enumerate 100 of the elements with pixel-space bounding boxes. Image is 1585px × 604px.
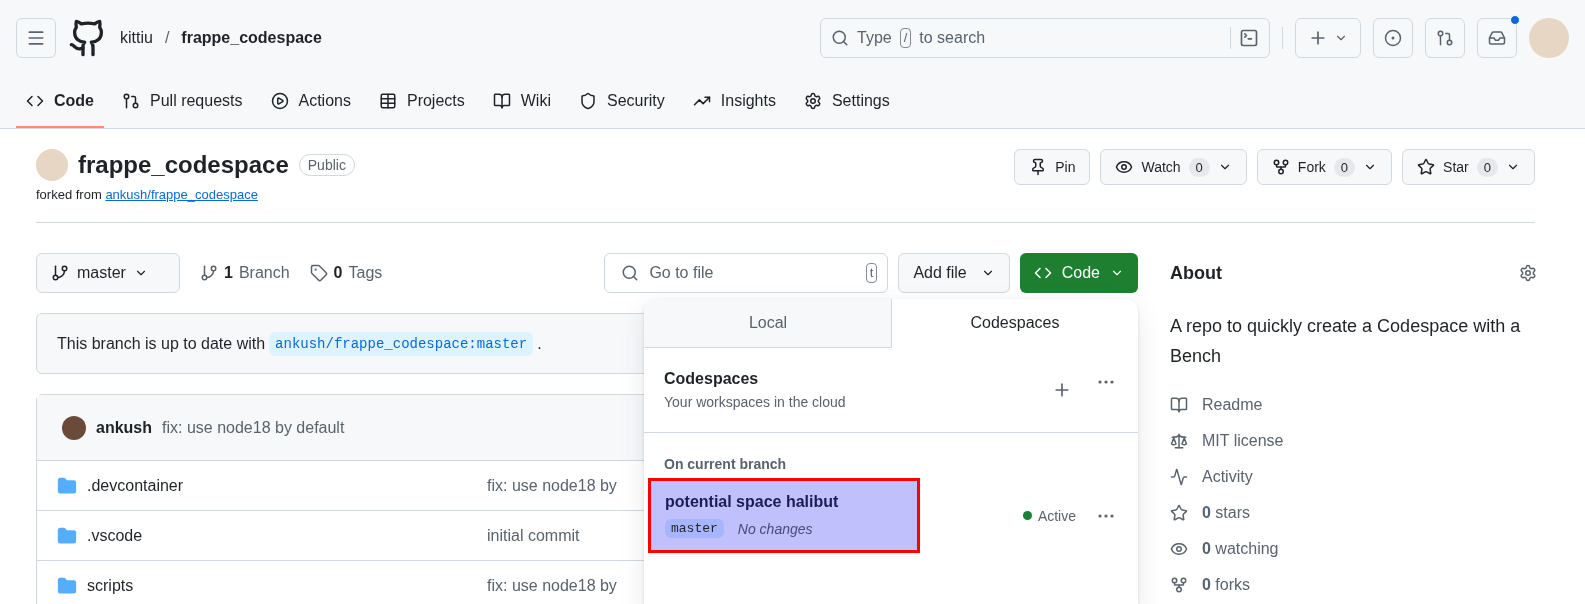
about-link[interactable]: MIT license	[1170, 423, 1537, 459]
star-icon	[1417, 158, 1436, 176]
nav-tab[interactable]: Security	[569, 76, 675, 128]
repo-description: A repo to quickly create a Codespace with a Bench	[1170, 315, 1522, 368]
menu-subtitle: Your workspaces in the cloud	[664, 394, 846, 410]
terminal-icon	[1239, 28, 1259, 48]
branch-label: master	[665, 519, 724, 538]
menu-title: Codespaces	[664, 370, 760, 388]
commit-author[interactable]: ankush	[96, 418, 152, 437]
split-action-button[interactable]: Fork 0	[1256, 149, 1393, 185]
eye-icon	[1170, 540, 1188, 558]
commit-message[interactable]: fix: use node18 by default	[162, 418, 345, 437]
avatar	[62, 415, 86, 440]
pull-request-icon	[122, 92, 140, 110]
file-name[interactable]: .devcontainer	[87, 476, 487, 495]
nav-tab[interactable]: Insights	[682, 76, 786, 128]
search-placeholder: to search	[919, 29, 987, 47]
add-file-button[interactable]: Add file	[898, 253, 1010, 293]
menu-tab[interactable]: Codespaces	[891, 299, 1138, 348]
menu-button[interactable]	[16, 18, 56, 58]
pull-request-icon	[1436, 29, 1454, 47]
book-icon	[1170, 396, 1188, 414]
commit-message[interactable]: initial commit	[487, 526, 580, 545]
shortcut-key: t	[865, 263, 878, 283]
commit-message[interactable]: fix: use node18 by	[487, 476, 617, 495]
folder-icon	[57, 475, 77, 496]
settings-icon[interactable]	[1519, 264, 1537, 282]
branches-link[interactable]: 1 Branch	[200, 264, 290, 282]
counter: 0	[1188, 157, 1210, 177]
inbox-button[interactable]	[1477, 18, 1517, 58]
shortcut-key: /	[899, 28, 912, 48]
owner-link[interactable]: kittiu	[120, 29, 153, 47]
codespace-name: potential space halibut	[665, 493, 840, 511]
search-icon	[621, 264, 640, 282]
notice-punctuation: .	[537, 334, 542, 353]
folder-icon	[57, 575, 77, 596]
about-link[interactable]: 0 watching	[1170, 531, 1537, 567]
branch-ref[interactable]: ankush/frappe_codespace:master	[269, 331, 534, 356]
go-to-file-field[interactable]: Go to file t	[604, 253, 889, 293]
search-icon	[831, 29, 849, 47]
folder-icon	[57, 525, 77, 546]
split-action-button[interactable]: Star 0	[1402, 149, 1535, 185]
menu-tab[interactable]: Local	[644, 299, 891, 348]
code-button[interactable]: Code	[1019, 253, 1138, 293]
about-link[interactable]: Readme	[1170, 387, 1537, 423]
codespace-item[interactable]: potential space halibut master No changes	[648, 478, 920, 553]
more-icon	[1098, 513, 1114, 518]
pulse-icon	[1170, 468, 1188, 486]
avatar	[36, 149, 68, 181]
tags-link[interactable]: 0 Tags	[309, 264, 383, 282]
counter: 0	[1476, 157, 1498, 177]
nav-tab[interactable]: Projects	[368, 76, 475, 128]
branch-icon	[200, 264, 218, 282]
status-text: Active	[1022, 507, 1076, 524]
split-action-button[interactable]: Watch 0	[1100, 149, 1247, 185]
play-icon	[270, 92, 289, 110]
menu-icon	[26, 28, 46, 48]
about-link[interactable]: 0 stars	[1170, 495, 1537, 531]
action-button[interactable]: Pin	[1014, 149, 1091, 185]
repo-title: frappe_codespace	[78, 151, 289, 179]
fork-source-link[interactable]: ankush/frappe_codespace	[105, 187, 258, 202]
nav-tab[interactable]: Code	[16, 76, 104, 128]
search-field[interactable]: Type / to search	[820, 18, 1270, 58]
counter: 0	[1333, 157, 1356, 177]
table-icon	[378, 92, 397, 110]
more-icon	[1098, 380, 1114, 384]
nav-tab[interactable]: Actions	[260, 76, 361, 128]
breadcrumb-separator: /	[164, 29, 170, 47]
file-name[interactable]: scripts	[87, 576, 487, 595]
file-name[interactable]: .vscode	[87, 526, 487, 545]
notice-text: This branch is up to date with	[57, 334, 266, 353]
changes-text: No changes	[737, 520, 813, 537]
tag-icon	[309, 264, 328, 282]
pull-requests-button[interactable]	[1425, 18, 1465, 58]
issue-icon	[1384, 29, 1402, 47]
eye-icon	[1115, 158, 1134, 176]
create-new-button[interactable]	[1295, 18, 1361, 58]
search-placeholder: Type	[857, 29, 892, 47]
forked-from-text: forked from ankush/frappe_codespace	[36, 187, 259, 202]
branch-selector[interactable]: master	[36, 253, 180, 293]
section-heading: On current branch	[663, 455, 788, 474]
about-link[interactable]: 0 forks	[1170, 567, 1537, 603]
commit-message[interactable]: fix: use node18 by	[487, 576, 617, 595]
nav-tab[interactable]: Wiki	[482, 76, 561, 128]
scale-icon	[1170, 432, 1188, 450]
branch-icon	[51, 264, 69, 282]
book-icon	[492, 92, 511, 110]
settings-icon	[803, 92, 822, 110]
status-dot	[1022, 511, 1032, 520]
about-heading: About	[1170, 262, 1222, 284]
issues-button[interactable]	[1373, 18, 1413, 58]
fork-icon	[1271, 158, 1290, 176]
inbox-icon	[1488, 29, 1506, 47]
fork-icon	[1170, 576, 1188, 594]
nav-tab[interactable]: Pull requests	[112, 76, 253, 128]
nav-tab[interactable]: Settings	[793, 76, 900, 128]
star-icon	[1170, 504, 1188, 522]
about-link[interactable]: Activity	[1170, 459, 1537, 495]
repo-link[interactable]: frappe_codespace	[181, 29, 322, 47]
shield-icon	[579, 92, 597, 110]
